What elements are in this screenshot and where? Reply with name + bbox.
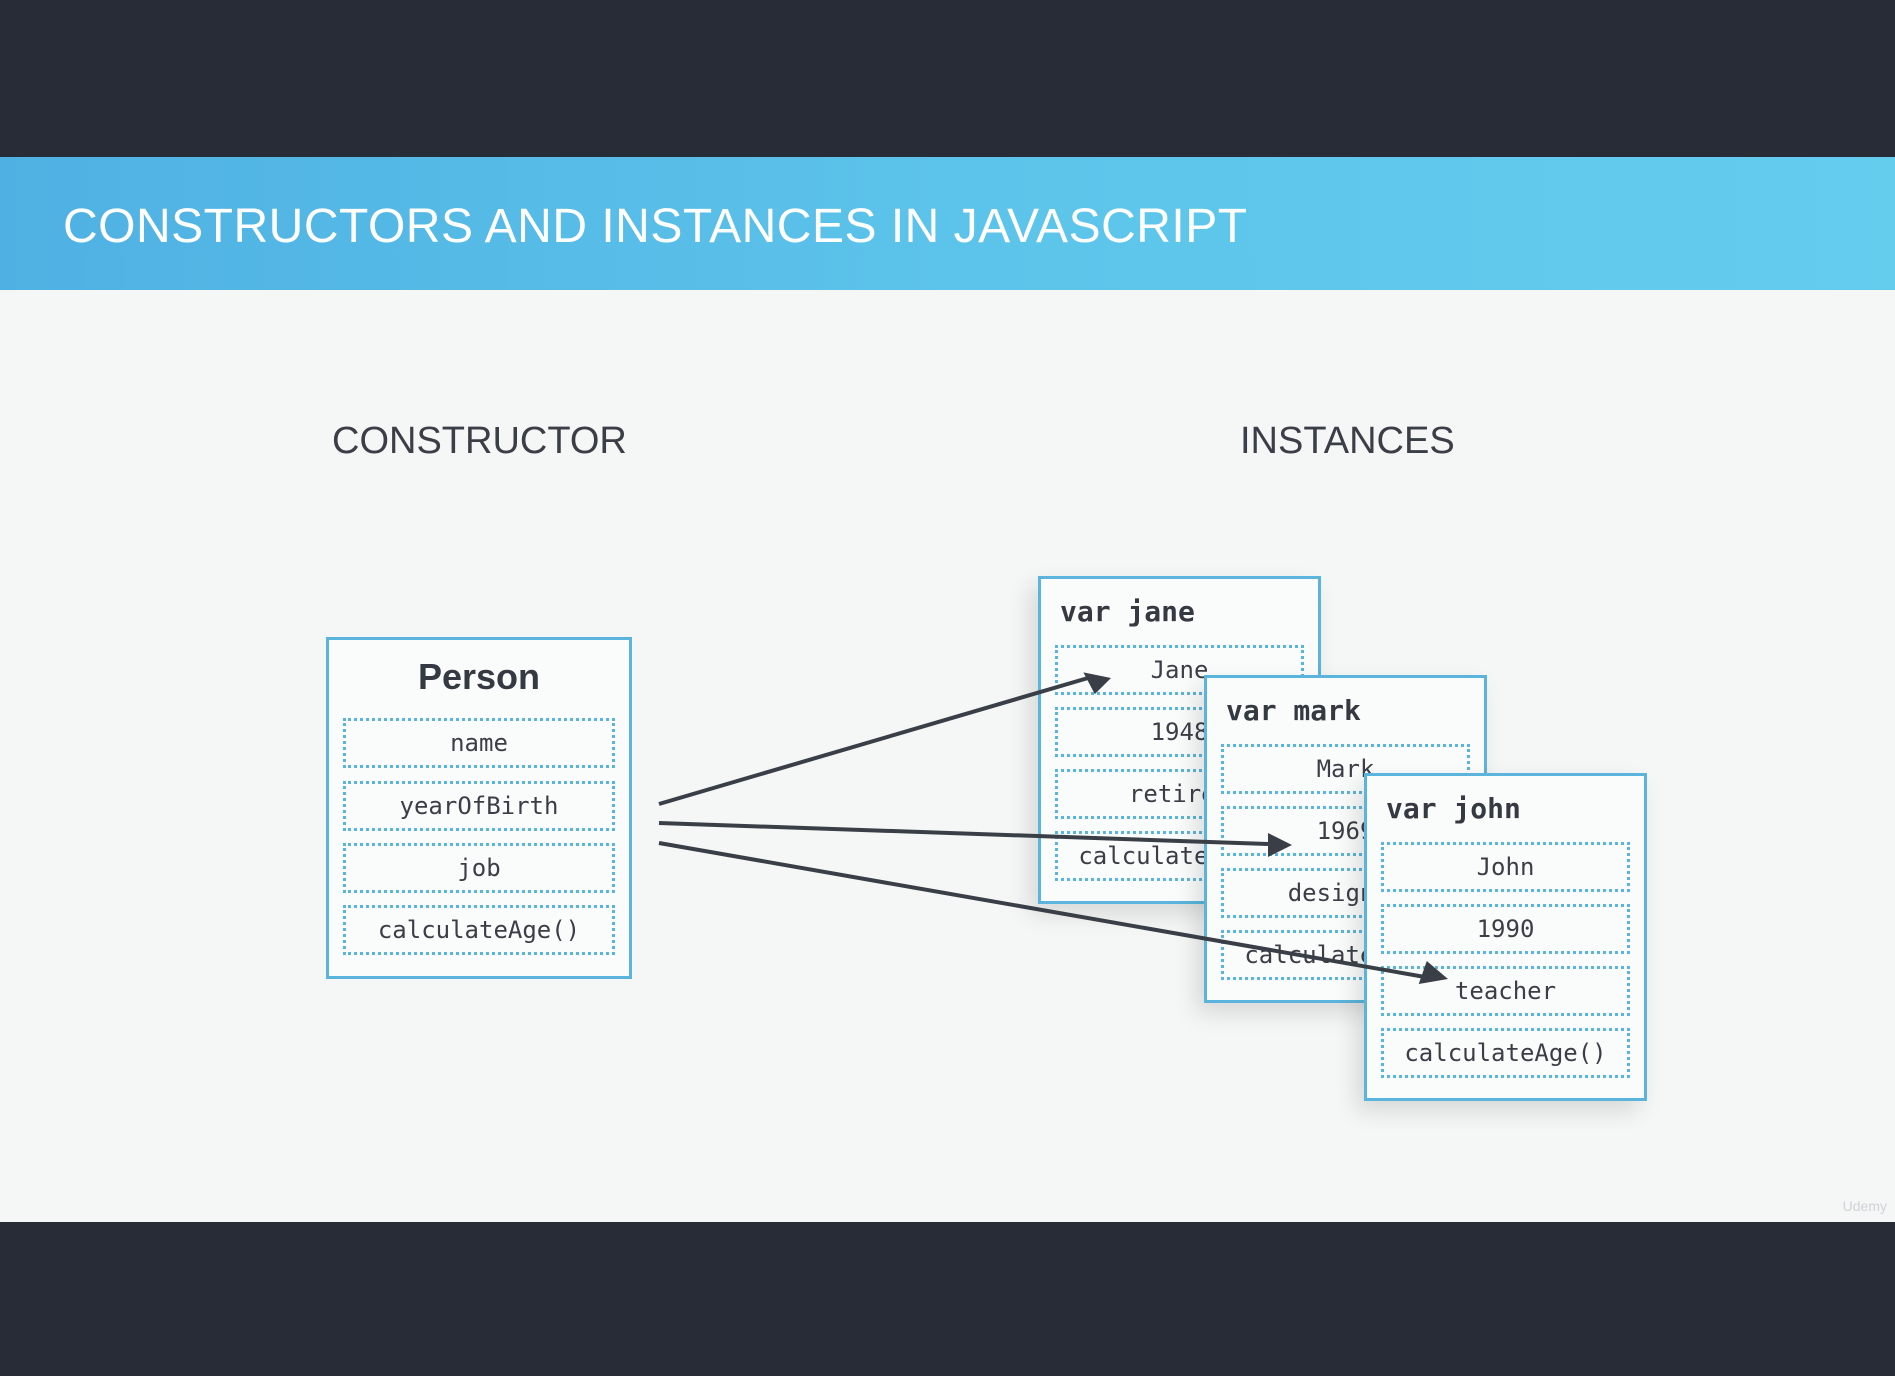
john-title: var john xyxy=(1386,792,1521,825)
jane-title: var jane xyxy=(1060,595,1195,628)
john-field-job: teacher xyxy=(1381,966,1630,1016)
john-field-name: John xyxy=(1381,842,1630,892)
john-field-year: 1990 xyxy=(1381,904,1630,954)
field-job: job xyxy=(343,843,615,893)
john-field-method: calculateAge() xyxy=(1381,1028,1630,1078)
field-year-of-birth: yearOfBirth xyxy=(343,781,615,831)
mark-title: var mark xyxy=(1226,694,1361,727)
constructor-heading: CONSTRUCTOR xyxy=(332,420,627,462)
udemy-watermark: Udemy xyxy=(1842,1198,1887,1214)
slide-title: CONSTRUCTORS AND INSTANCES IN JAVASCRIPT xyxy=(63,200,1248,253)
field-name: name xyxy=(343,718,615,768)
person-title: Person xyxy=(417,656,541,697)
instances-heading: INSTANCES xyxy=(1240,420,1455,462)
john-instance-box: var john John 1990 teacher calculateAge(… xyxy=(1364,773,1647,1101)
slide: CONSTRUCTORS AND INSTANCES IN JAVASCRIPT… xyxy=(0,157,1895,1222)
title-banner: CONSTRUCTORS AND INSTANCES IN JAVASCRIPT xyxy=(0,157,1895,290)
field-calculate-age: calculateAge() xyxy=(343,905,615,955)
person-constructor-box: Person name yearOfBirth job calculateAge… xyxy=(326,637,632,979)
